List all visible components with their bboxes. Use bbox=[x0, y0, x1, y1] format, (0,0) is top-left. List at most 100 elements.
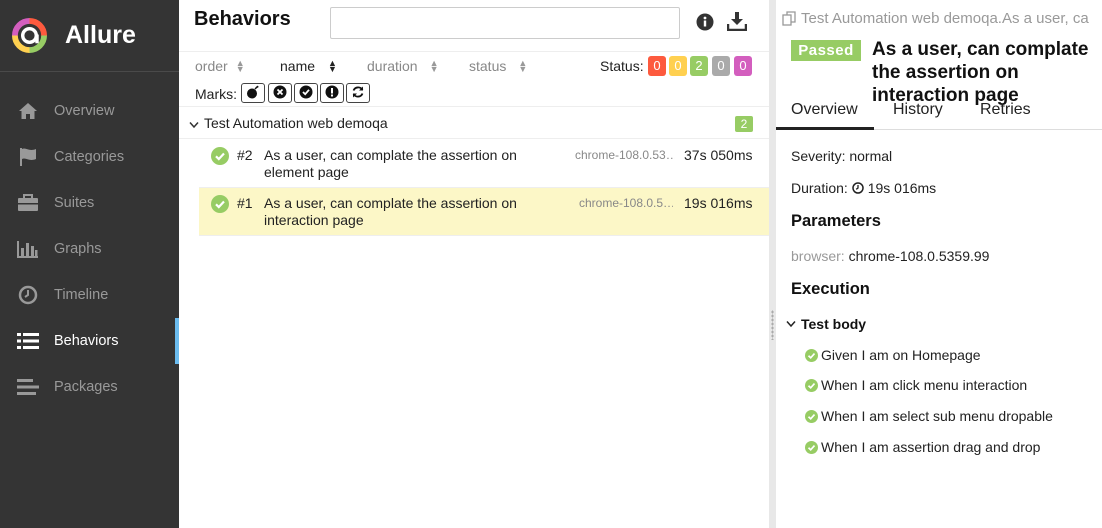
sidebar-item-overview[interactable]: Overview bbox=[0, 88, 179, 134]
severity-row: Severity: normal bbox=[791, 148, 892, 164]
sort-by-status[interactable]: status ▲ ▼ bbox=[469, 58, 527, 74]
test-detail-pane: Test Automation web demoqa.As a user, ca… bbox=[776, 0, 1102, 528]
test-duration: 19s 016ms bbox=[684, 195, 753, 211]
severity-value: normal bbox=[849, 148, 893, 164]
duration-row: Duration: 19s 016ms bbox=[791, 180, 936, 196]
mark-filter-new-failed[interactable] bbox=[268, 83, 292, 103]
sort-icon: ▲ ▼ bbox=[328, 58, 337, 74]
sort-bar: order ▲ ▼ name ▲ ▼ duration ▲ ▼ status ▲ ▼ S… bbox=[179, 52, 769, 80]
pane-header: Behaviors bbox=[179, 0, 769, 52]
search-input[interactable] bbox=[330, 7, 680, 39]
download-icon bbox=[726, 12, 748, 34]
parameters-heading: Parameters bbox=[791, 212, 881, 230]
status-filter-failed[interactable]: 0 bbox=[648, 56, 666, 76]
passed-status-icon bbox=[211, 195, 229, 216]
passed-step-icon bbox=[805, 409, 818, 423]
group-name: Test Automation web demoqa bbox=[204, 115, 388, 131]
info-button[interactable] bbox=[694, 12, 716, 34]
bomb-icon bbox=[246, 85, 260, 102]
status-badge: Passed bbox=[791, 40, 861, 61]
breadcrumb[interactable]: Test Automation web demoqa.As a user, ca bbox=[782, 10, 1089, 27]
clock-icon bbox=[851, 182, 864, 194]
sort-icon: ▲ ▼ bbox=[429, 58, 439, 74]
step-label: When I am click menu interaction bbox=[821, 377, 1028, 393]
mark-filter-retries[interactable] bbox=[346, 83, 370, 103]
status-filter-skipped[interactable]: 0 bbox=[712, 56, 730, 76]
sort-by-duration[interactable]: duration ▲ ▼ bbox=[367, 58, 439, 74]
tree-group-row[interactable]: Test Automation web demoqa 2 bbox=[179, 107, 769, 139]
sort-icon: ▲ ▼ bbox=[235, 58, 245, 74]
sidebar-item-suites[interactable]: Suites bbox=[0, 180, 179, 226]
test-body-toggle[interactable]: Test body bbox=[786, 316, 866, 332]
parameter-key: browser bbox=[791, 248, 841, 264]
sidebar-item-label: Timeline bbox=[54, 287, 109, 303]
passed-step-icon bbox=[805, 378, 818, 392]
pane-splitter[interactable] bbox=[769, 0, 776, 528]
sidebar-item-packages[interactable]: Packages bbox=[0, 364, 179, 410]
severity-label: Severity: bbox=[791, 148, 846, 164]
sidebar-item-behaviors[interactable]: Behaviors bbox=[0, 318, 179, 364]
mark-filter-new-broken[interactable] bbox=[320, 83, 344, 103]
sidebar-nav: Overview Categories Suites Graphs Timeli… bbox=[0, 72, 179, 410]
mark-filter-new-passed[interactable] bbox=[294, 83, 318, 103]
status-filter-broken[interactable]: 0 bbox=[669, 56, 687, 76]
splitter-grip-icon bbox=[771, 310, 774, 340]
test-order: #1 bbox=[237, 195, 253, 211]
tab-history[interactable]: History bbox=[893, 101, 943, 119]
sort-by-name[interactable]: name ▲ ▼ bbox=[280, 58, 337, 74]
times-circle-icon bbox=[273, 85, 287, 102]
status-filter-unknown[interactable]: 0 bbox=[734, 56, 752, 76]
briefcase-icon bbox=[17, 192, 39, 214]
status-filter-passed[interactable]: 2 bbox=[690, 56, 708, 76]
sort-by-order[interactable]: order ▲ ▼ bbox=[195, 58, 245, 74]
download-button[interactable] bbox=[726, 12, 748, 34]
parameter-row: browser: chrome-108.0.5359.99 bbox=[791, 248, 990, 264]
brand[interactable]: Allure bbox=[0, 0, 179, 72]
step-label: Given I am on Homepage bbox=[821, 347, 981, 363]
sidebar-item-graphs[interactable]: Graphs bbox=[0, 226, 179, 272]
test-name: As a user, can complate the assertion on… bbox=[264, 147, 517, 180]
duration-label: Duration: bbox=[791, 180, 848, 196]
sort-label: status bbox=[469, 58, 507, 74]
sidebar-item-label: Behaviors bbox=[54, 333, 119, 349]
align-left-icon bbox=[17, 376, 39, 398]
page-title: Behaviors bbox=[194, 8, 291, 30]
group-count-badge: 2 bbox=[735, 116, 753, 132]
sidebar-item-label: Categories bbox=[54, 149, 125, 165]
test-row[interactable]: #2 As a user, can complate the assertion… bbox=[199, 140, 769, 188]
chevron-down-icon bbox=[189, 116, 199, 132]
refresh-icon bbox=[351, 85, 365, 102]
bar-chart-icon bbox=[17, 238, 39, 260]
step-row[interactable]: When I am select sub menu dropable bbox=[805, 408, 1053, 424]
step-row[interactable]: When I am assertion drag and drop bbox=[805, 439, 1040, 455]
test-row-selected[interactable]: #1 As a user, can complate the assertion… bbox=[199, 188, 769, 236]
breadcrumb-text: Test Automation web demoqa.As a user, ca bbox=[801, 10, 1089, 27]
sort-label: name bbox=[280, 58, 316, 74]
sidebar-item-categories[interactable]: Categories bbox=[0, 134, 179, 180]
sidebar-item-timeline[interactable]: Timeline bbox=[0, 272, 179, 318]
step-row[interactable]: Given I am on Homepage bbox=[805, 347, 981, 363]
sort-label: duration bbox=[367, 58, 418, 74]
marks-bar: Marks: bbox=[179, 80, 769, 107]
sidebar: Allure Overview Categories Suites Graphs bbox=[0, 0, 179, 528]
sort-icon: ▲ ▼ bbox=[518, 58, 528, 74]
info-icon bbox=[696, 13, 714, 34]
sidebar-item-label: Graphs bbox=[54, 241, 102, 257]
parameter-value: chrome-108.0.5359.99 bbox=[848, 248, 990, 264]
passed-status-icon bbox=[211, 147, 229, 168]
check-circle-icon bbox=[299, 85, 313, 102]
duration-value: 19s 016ms bbox=[867, 180, 937, 196]
tab-overview[interactable]: Overview bbox=[776, 101, 874, 130]
list-icon bbox=[17, 330, 39, 352]
behaviors-pane: Behaviors order ▲ ▼ name ▲ ▼ duration ▲ ▼ s… bbox=[179, 0, 769, 528]
detail-tabs: Overview History Retries bbox=[776, 92, 1102, 130]
chevron-down-icon bbox=[786, 320, 796, 328]
step-row[interactable]: When I am click menu interaction bbox=[805, 377, 1027, 393]
brand-name: Allure bbox=[65, 21, 136, 49]
mark-filter-flaky[interactable] bbox=[241, 83, 265, 103]
test-parameter: chrome-108.0.53… bbox=[575, 148, 675, 162]
tab-retries[interactable]: Retries bbox=[980, 101, 1031, 119]
sort-label: order bbox=[195, 58, 228, 74]
marks-label: Marks: bbox=[195, 86, 237, 102]
step-label: When I am assertion drag and drop bbox=[821, 439, 1041, 455]
